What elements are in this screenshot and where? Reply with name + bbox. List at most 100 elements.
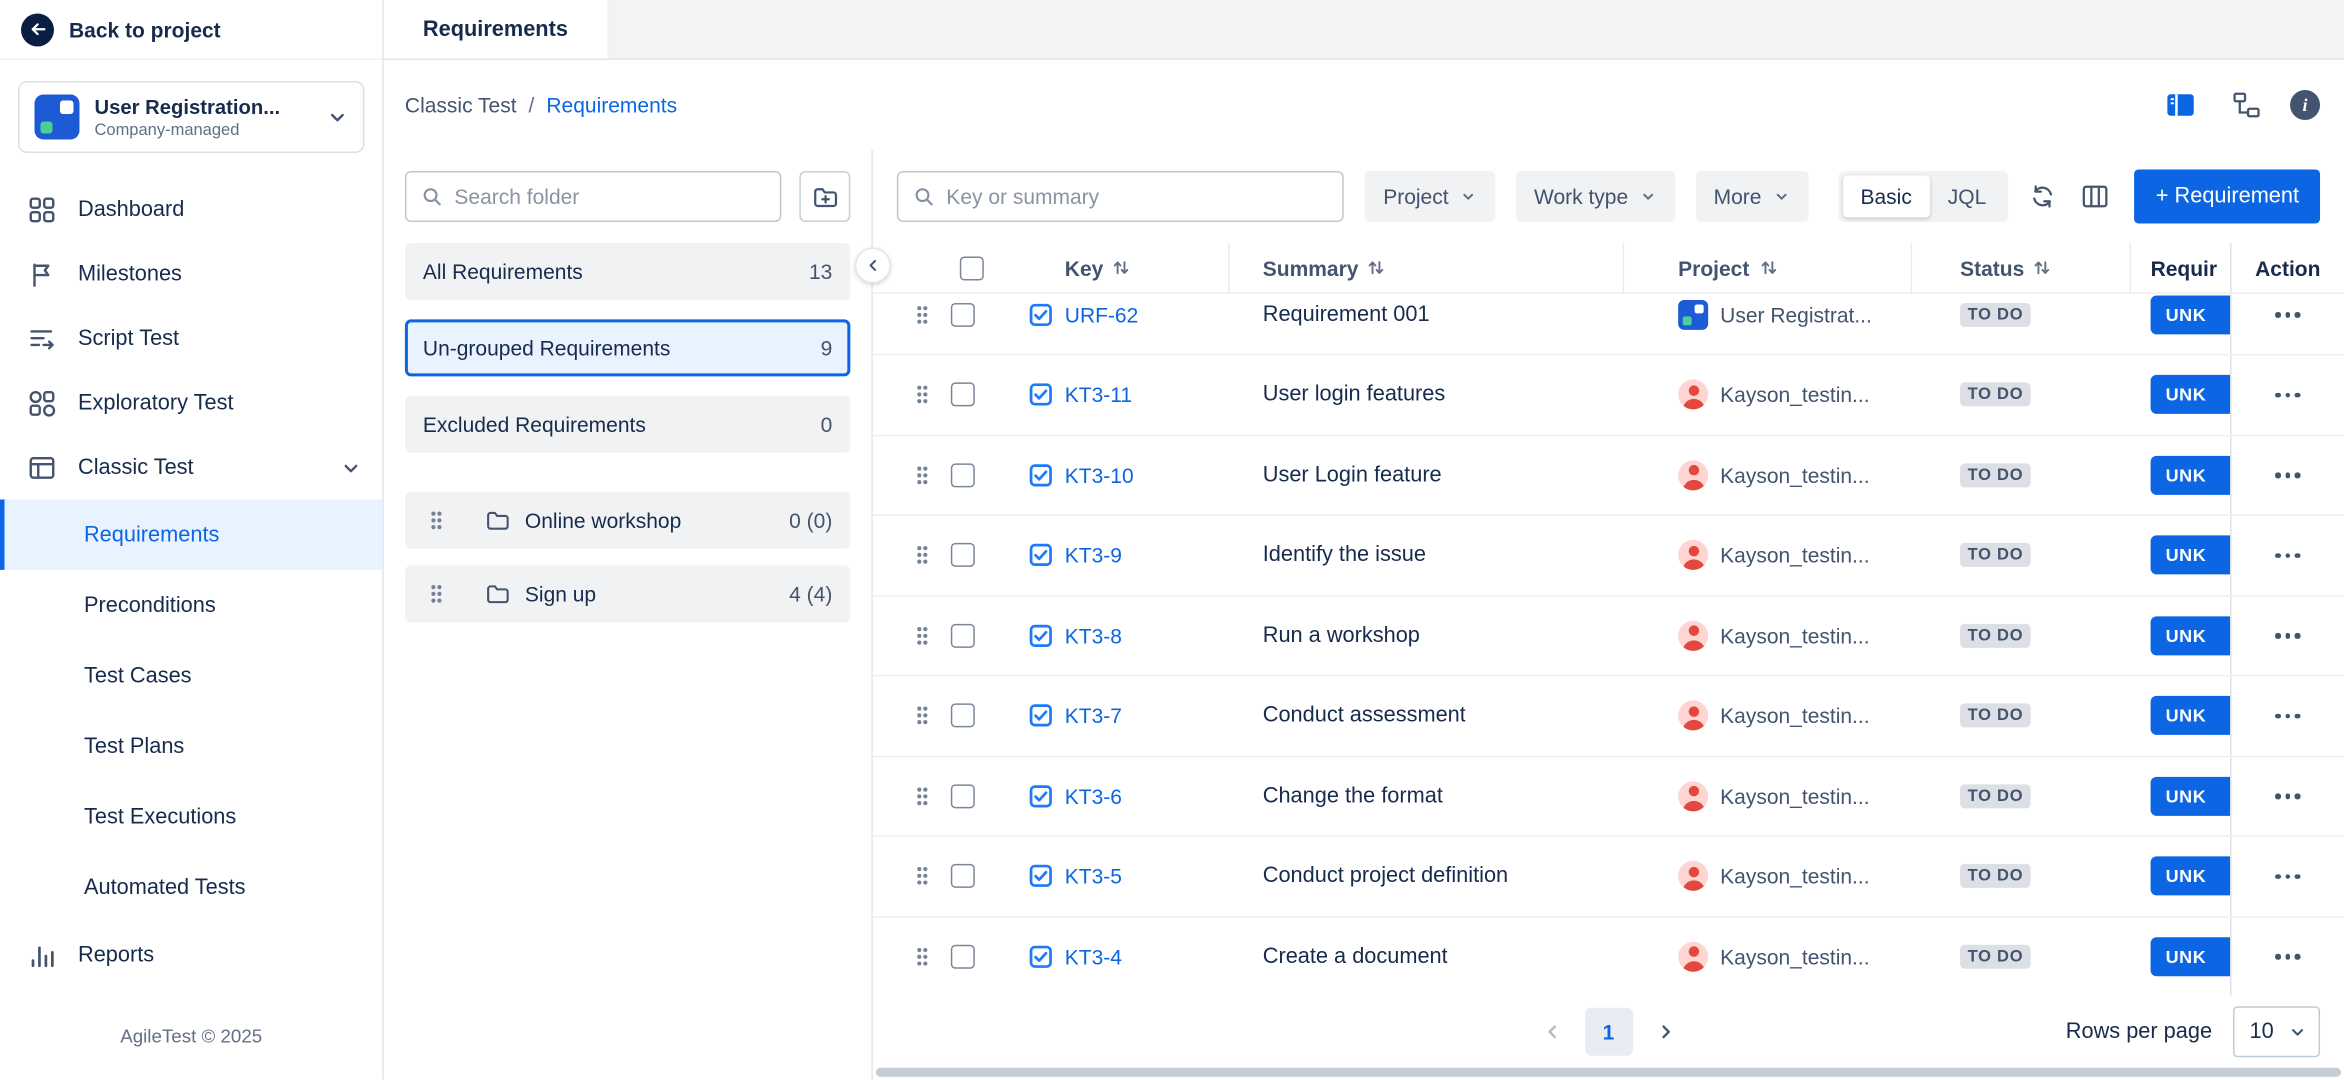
sidebar-subitem[interactable]: Test Plans [0, 711, 382, 781]
status-badge[interactable]: TO DO [1960, 944, 2031, 968]
status-badge[interactable]: TO DO [1960, 543, 2031, 567]
requirement-status-button[interactable]: UNK [2151, 536, 2230, 575]
table-search-input[interactable] [946, 184, 1327, 208]
row-more-button[interactable] [2266, 303, 2309, 326]
back-to-project-button[interactable]: Back to project [0, 0, 382, 60]
row-more-button[interactable] [2266, 383, 2309, 406]
requirement-status-button[interactable]: UNK [2151, 857, 2230, 896]
row-checkbox[interactable] [951, 784, 975, 808]
requirement-status-button[interactable]: UNK [2151, 375, 2230, 414]
sidebar-item-reports[interactable]: Reports [0, 922, 382, 986]
row-checkbox[interactable] [951, 303, 975, 327]
header-status[interactable]: Status [1912, 243, 2131, 292]
sidebar-subitem[interactable]: Test Cases [0, 640, 382, 710]
drag-handle-icon[interactable] [915, 383, 939, 407]
row-key-link[interactable]: KT3-10 [1065, 463, 1134, 487]
row-more-button[interactable] [2266, 945, 2309, 968]
row-more-button[interactable] [2266, 624, 2309, 647]
row-checkbox[interactable] [951, 704, 975, 728]
row-key-link[interactable]: KT3-5 [1065, 864, 1122, 888]
row-more-button[interactable] [2266, 784, 2309, 807]
collapse-panel-button[interactable] [855, 247, 891, 283]
pagination-page-1[interactable]: 1 [1584, 1008, 1632, 1056]
folder-item[interactable]: Sign up 4 (4) [405, 565, 850, 622]
row-checkbox[interactable] [951, 864, 975, 888]
drag-handle-icon[interactable] [915, 624, 939, 648]
row-checkbox[interactable] [951, 944, 975, 968]
row-key-link[interactable]: KT3-8 [1065, 624, 1122, 648]
status-badge[interactable]: TO DO [1960, 303, 2031, 327]
new-folder-button[interactable] [799, 171, 850, 222]
drag-handle-icon[interactable] [915, 463, 939, 487]
sidebar-subitem[interactable]: Requirements [0, 499, 382, 569]
mode-option[interactable]: JQL [1930, 175, 2005, 217]
status-badge[interactable]: TO DO [1960, 784, 2031, 808]
filter-button[interactable]: Work type [1516, 171, 1675, 222]
tree-view-toggle[interactable] [2224, 85, 2269, 124]
columns-button[interactable] [2081, 181, 2111, 211]
add-requirement-button[interactable]: + Requirement [2135, 169, 2320, 223]
sidebar-item-dashboard[interactable]: Dashboard [0, 177, 382, 241]
drag-handle-icon[interactable] [429, 582, 444, 606]
rows-per-page-select[interactable]: 10 [2233, 1006, 2320, 1057]
folder-group-item[interactable]: All Requirements 13 [405, 243, 850, 300]
horizontal-scrollbar-thumb[interactable] [876, 1068, 2341, 1077]
drag-handle-icon[interactable] [915, 303, 939, 327]
drag-handle-icon[interactable] [915, 784, 939, 808]
folder-search-input[interactable] [454, 184, 764, 208]
drag-handle-icon[interactable] [915, 944, 939, 968]
requirement-status-button[interactable]: UNK [2151, 456, 2230, 495]
select-all-checkbox[interactable] [960, 256, 984, 280]
pagination-next-button[interactable] [1641, 1008, 1689, 1056]
sidebar-item-classic-test[interactable]: Classic Test [0, 435, 382, 499]
header-project[interactable]: Project [1624, 243, 1912, 292]
row-key-link[interactable]: KT3-11 [1065, 383, 1132, 407]
drag-handle-icon[interactable] [915, 543, 939, 567]
refresh-button[interactable] [2030, 183, 2057, 210]
status-badge[interactable]: TO DO [1960, 383, 2031, 407]
row-checkbox[interactable] [951, 624, 975, 648]
project-selector[interactable]: User Registration... Company-managed [18, 81, 364, 153]
info-icon[interactable]: i [2290, 90, 2320, 120]
sidebar-item-milestones[interactable]: Milestones [0, 241, 382, 305]
pagination-prev-button[interactable] [1527, 1008, 1575, 1056]
requirement-status-button[interactable]: UNK [2151, 776, 2230, 815]
folder-item[interactable]: Online workshop 0 (0) [405, 492, 850, 549]
status-badge[interactable]: TO DO [1960, 704, 2031, 728]
status-badge[interactable]: TO DO [1960, 624, 2031, 648]
filter-button[interactable]: Project [1365, 171, 1495, 222]
sidebar-item-exploratory-test[interactable]: Exploratory Test [0, 370, 382, 434]
folder-group-item[interactable]: Excluded Requirements 0 [405, 396, 850, 453]
panel-view-toggle[interactable] [2158, 85, 2203, 124]
drag-handle-icon[interactable] [429, 508, 444, 532]
status-badge[interactable]: TO DO [1960, 864, 2031, 888]
drag-handle-icon[interactable] [915, 864, 939, 888]
header-requirement[interactable]: Requir [2131, 243, 2230, 292]
row-key-link[interactable]: URF-62 [1065, 303, 1139, 327]
row-more-button[interactable] [2266, 704, 2309, 727]
row-more-button[interactable] [2266, 463, 2309, 486]
row-more-button[interactable] [2266, 865, 2309, 888]
row-more-button[interactable] [2266, 544, 2309, 567]
requirement-status-button[interactable]: UNK [2151, 696, 2230, 735]
folder-group-item[interactable]: Un-grouped Requirements 9 [405, 319, 850, 376]
status-badge[interactable]: TO DO [1960, 463, 2031, 487]
row-key-link[interactable]: KT3-9 [1065, 543, 1122, 567]
header-key[interactable]: Key [873, 243, 1230, 292]
row-checkbox[interactable] [951, 463, 975, 487]
sidebar-item-script-test[interactable]: Script Test [0, 306, 382, 370]
row-checkbox[interactable] [951, 383, 975, 407]
row-checkbox[interactable] [951, 543, 975, 567]
row-key-link[interactable]: KT3-4 [1065, 944, 1122, 968]
sidebar-subitem[interactable]: Preconditions [0, 570, 382, 640]
sidebar-subitem[interactable]: Automated Tests [0, 852, 382, 922]
requirement-status-button[interactable]: UNK [2151, 616, 2230, 655]
breadcrumb-parent[interactable]: Classic Test [405, 93, 517, 117]
breadcrumb-current[interactable]: Requirements [546, 93, 677, 117]
mode-option[interactable]: Basic [1842, 175, 1929, 217]
sidebar-subitem[interactable]: Test Executions [0, 781, 382, 851]
header-summary[interactable]: Summary [1230, 243, 1624, 292]
row-key-link[interactable]: KT3-7 [1065, 704, 1122, 728]
drag-handle-icon[interactable] [915, 704, 939, 728]
tab-requirements[interactable]: Requirements [384, 0, 609, 58]
